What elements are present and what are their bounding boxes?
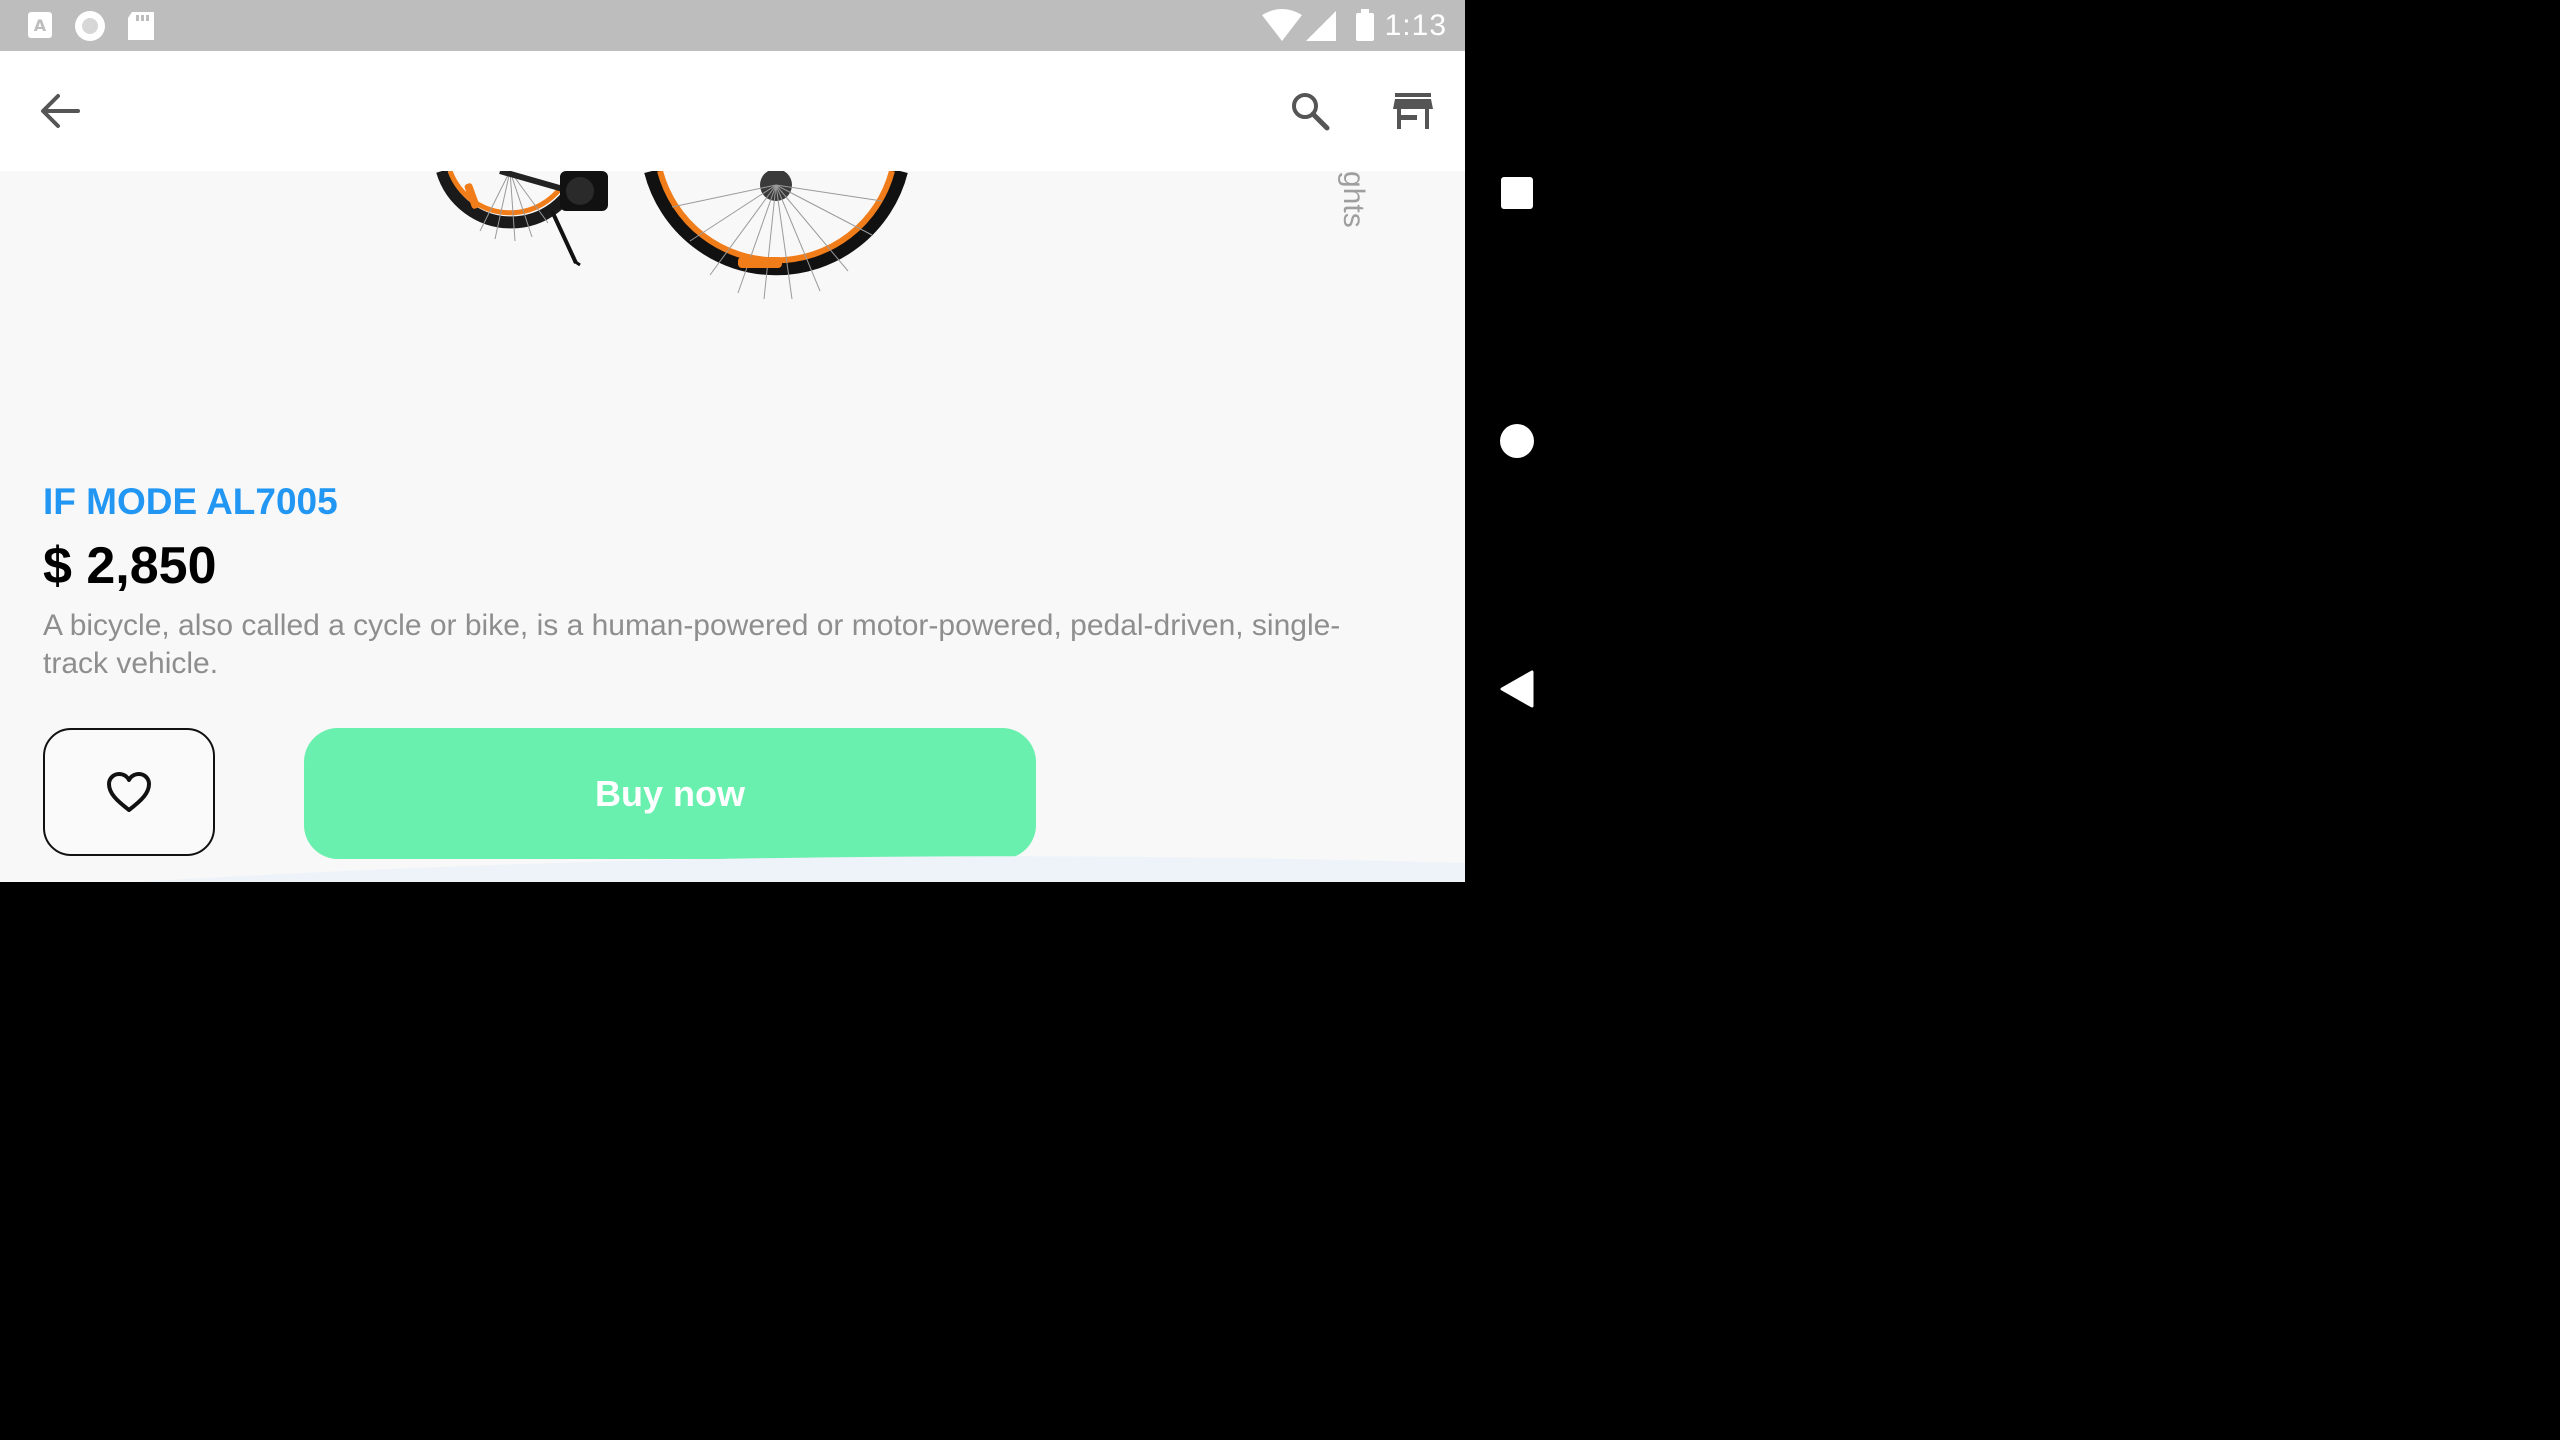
favorite-button[interactable] — [43, 728, 215, 856]
sd-card-icon — [128, 12, 154, 40]
status-left-icons: A — [28, 11, 154, 41]
svg-text:A: A — [34, 16, 47, 35]
status-time: 1:13 — [1384, 9, 1447, 42]
wifi-icon — [1262, 9, 1302, 41]
product-price: $ 2,850 — [43, 537, 217, 595]
bike-front-wheel — [644, 171, 908, 300]
signal-icon — [1306, 11, 1336, 41]
system-nav-bar — [1465, 0, 1568, 882]
status-right-icons — [1262, 9, 1374, 41]
status-bar: A 1:13 — [0, 0, 1465, 51]
side-tab-label[interactable]: ghts — [1336, 171, 1370, 228]
search-icon[interactable] — [1290, 91, 1330, 131]
product-description: A bicycle, also called a cycle or bike, … — [43, 609, 1341, 680]
recents-square-icon[interactable] — [1500, 176, 1534, 210]
product-name: IF MODE AL7005 — [43, 481, 338, 522]
bottom-sheet-edge — [136, 856, 1465, 882]
home-circle-icon[interactable] — [1499, 423, 1535, 459]
buy-now-button[interactable]: Buy now — [304, 728, 1036, 859]
bicycle-image — [436, 171, 908, 300]
record-circle-icon — [75, 11, 105, 41]
back-triangle-icon[interactable] — [1499, 670, 1535, 708]
screen: A 1:13 ghts IF MODE AL7005 $ 2,850 A bic… — [0, 0, 1568, 882]
heart-outline-icon — [107, 772, 151, 812]
text-a-icon: A — [28, 12, 52, 38]
app-bar — [0, 51, 1465, 171]
back-arrow-icon[interactable] — [40, 93, 80, 129]
battery-icon — [1356, 9, 1374, 41]
store-icon[interactable] — [1393, 93, 1433, 129]
product-detail: ghts IF MODE AL7005 $ 2,850 A bicycle, a… — [0, 171, 1465, 882]
